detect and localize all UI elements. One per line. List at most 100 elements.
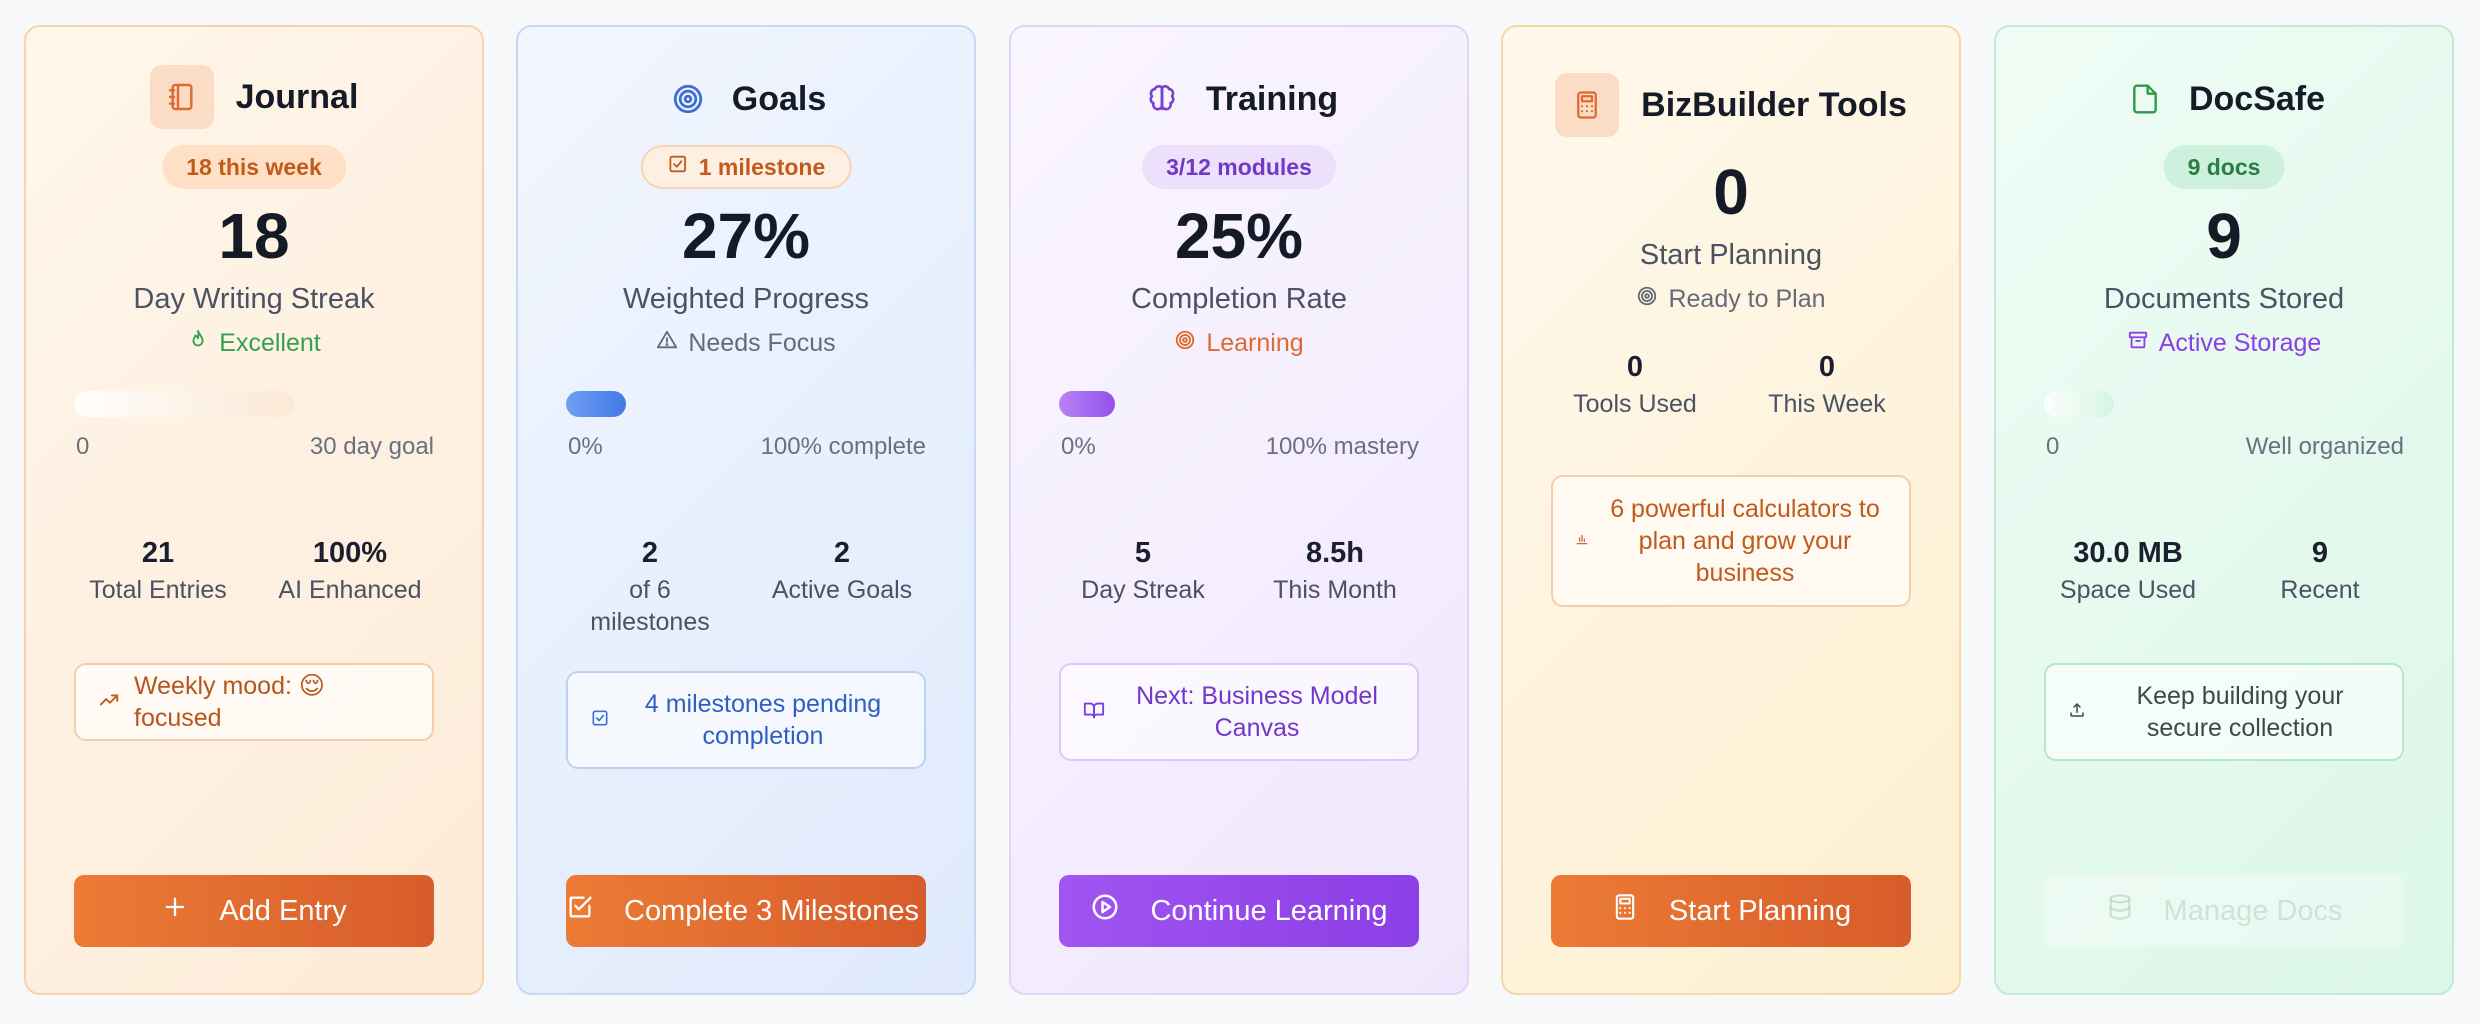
note-text: 6 powerful calculators to plan and grow …: [1610, 495, 1880, 587]
button-label: Start Planning: [1668, 894, 1852, 927]
progress-fill: [1059, 391, 1115, 417]
range-end: 100% mastery: [1265, 433, 1419, 460]
manage-docs-button[interactable]: Manage Docs: [2044, 875, 2404, 947]
metric-label: Weighted Progress: [622, 283, 870, 315]
continue-learning-button[interactable]: Continue Learning: [1059, 875, 1419, 947]
range-end: 30 day goal: [309, 433, 434, 460]
calculators-note: 6 powerful calculators to plan and grow …: [1551, 475, 1911, 607]
database-icon: [2106, 893, 2134, 929]
status-badge: 1 milestone: [640, 145, 852, 189]
calculator-icon: [1555, 73, 1620, 137]
status-text: Active Storage: [2158, 329, 2322, 357]
docsafe-card: DocSafe 9 docs 9 Documents Stored Active…: [1994, 25, 2454, 995]
progress-bar: [2044, 391, 2114, 417]
checkbox-icon: [566, 893, 594, 929]
stat-value: 9: [2311, 537, 2329, 569]
mood-note: Weekly mood: 😌 focused: [74, 663, 434, 741]
bizbuilder-card: BizBuilder Tools 0 Start Planning Ready …: [1501, 25, 1961, 995]
status-text: Learning: [1206, 329, 1304, 357]
stat-label: Tools Used: [1573, 390, 1697, 418]
milestones-note: 4 milestones pending completion: [566, 671, 926, 769]
stat-label: Active Goals: [771, 576, 913, 604]
stat-value: 100%: [312, 537, 388, 569]
status-indicator: Active Storage: [1996, 329, 2452, 358]
card-title: DocSafe: [2188, 79, 2326, 118]
metric-label: Completion Rate: [1131, 283, 1347, 315]
checkbox-icon: [667, 153, 689, 181]
metric-value: 0: [1713, 156, 1749, 228]
metric-label: Start Planning: [1639, 239, 1823, 271]
target-icon: [666, 77, 710, 121]
button-label: Complete 3 Milestones: [624, 894, 919, 927]
docsafe-header: DocSafe: [1996, 77, 2452, 121]
play-circle-icon: [1090, 892, 1120, 930]
stat-value: 5: [1134, 537, 1152, 569]
progress-bar: [74, 391, 294, 417]
note-text: Keep building your secure collection: [2136, 682, 2344, 742]
metric-value: 9: [2206, 200, 2242, 272]
stat-label: Space Used: [2059, 576, 2197, 604]
stat-milestones: 2 of 6 milestones: [550, 537, 750, 638]
button-label: Continue Learning: [1150, 894, 1388, 927]
metric-value: 25%: [1174, 200, 1304, 272]
progress-bar: [1059, 391, 1419, 417]
stat-label: This Month: [1273, 576, 1397, 604]
bar-chart-icon: [1575, 532, 1589, 551]
collection-note: Keep building your secure collection: [2044, 663, 2404, 761]
card-title: Journal: [235, 77, 359, 116]
metric-value: 27%: [681, 200, 811, 272]
status-indicator: Learning: [1011, 329, 1467, 358]
stat-label: AI Enhanced: [278, 576, 422, 604]
book-icon: [1083, 699, 1105, 726]
button-label: Manage Docs: [2163, 894, 2343, 927]
stat-this-month: 8.5h This Month: [1235, 537, 1435, 606]
stat-label: Total Entries: [89, 576, 227, 604]
status-text: Excellent: [219, 329, 321, 357]
training-header: Training: [1011, 77, 1467, 121]
trending-up-icon: [98, 689, 120, 716]
range-start: 0: [2046, 433, 2060, 460]
stat-value: 2: [641, 537, 659, 569]
badge-text: 1 milestone: [698, 153, 826, 180]
upload-icon: [2068, 701, 2086, 724]
stat-space-used: 30.0 MB Space Used: [2028, 537, 2228, 606]
start-planning-button[interactable]: Start Planning: [1551, 875, 1911, 947]
complete-milestones-button[interactable]: Complete 3 Milestones: [566, 875, 926, 947]
note-text: 4 milestones pending completion: [644, 690, 882, 750]
stat-value: 2: [833, 537, 851, 569]
stat-day-streak: 5 Day Streak: [1043, 537, 1243, 606]
range-end: Well organized: [2245, 433, 2404, 460]
range-start: 0%: [568, 433, 603, 460]
card-title: Training: [1205, 79, 1339, 118]
stat-value: 0: [1818, 351, 1836, 383]
status-indicator: Needs Focus: [518, 329, 974, 358]
metric-label: Day Writing Streak: [133, 283, 375, 315]
journal-header: Journal: [26, 65, 482, 129]
next-module-note: Next: Business Model Canvas: [1059, 663, 1419, 761]
status-badge: 18 this week: [162, 145, 346, 189]
stat-this-week: 0 This Week: [1727, 351, 1927, 420]
stat-total-entries: 21 Total Entries: [58, 537, 258, 606]
note-text: Weekly mood: 😌 focused: [134, 672, 325, 732]
checkbox-icon: [590, 708, 610, 733]
card-title: BizBuilder Tools: [1641, 85, 1907, 124]
status-indicator: Ready to Plan: [1503, 285, 1959, 314]
metric-label: Documents Stored: [2103, 283, 2345, 315]
notebook-icon: [149, 65, 214, 129]
status-indicator: Excellent: [26, 329, 482, 358]
stat-label: Recent: [2280, 576, 2360, 604]
plus-icon: [161, 893, 189, 929]
stat-label: Day Streak: [1081, 576, 1205, 604]
card-title: Goals: [731, 79, 827, 118]
target-icon: [1636, 285, 1658, 314]
file-icon: [2123, 77, 2167, 121]
target-icon: [1174, 329, 1196, 358]
add-entry-button[interactable]: Add Entry: [74, 875, 434, 947]
warning-icon: [656, 329, 678, 358]
archive-icon: [2127, 329, 2149, 358]
goals-card: Goals 1 milestone 27% Weighted Progress …: [516, 25, 976, 995]
stat-value: 0: [1626, 351, 1644, 383]
stat-label: This Week: [1768, 390, 1886, 418]
stat-recent: 9 Recent: [2220, 537, 2420, 606]
status-badge: 3/12 modules: [1142, 145, 1336, 189]
